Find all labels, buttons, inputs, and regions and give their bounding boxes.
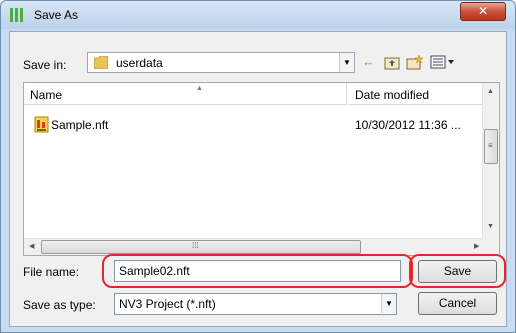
save-in-value: userdata bbox=[116, 56, 163, 70]
dialog-body: Save in: userdata ▼ ← Name ▲ Date modifi… bbox=[9, 31, 507, 327]
save-in-dropdown[interactable]: userdata ▼ bbox=[87, 52, 355, 73]
grip-icon: ⁞⁞⁞ bbox=[192, 241, 199, 250]
horizontal-scroll-thumb[interactable]: ⁞⁞⁞ bbox=[41, 240, 361, 254]
column-header-date-label: Date modified bbox=[355, 88, 430, 102]
scroll-left-icon[interactable]: ◀ bbox=[29, 242, 34, 250]
save-as-type-label: Save as type: bbox=[23, 298, 96, 312]
close-button[interactable]: ✕ bbox=[460, 2, 506, 21]
app-icon bbox=[10, 8, 23, 22]
save-as-type-value: NV3 Project (*.nft) bbox=[119, 297, 216, 311]
cancel-button[interactable]: Cancel bbox=[418, 292, 497, 315]
nft-file-icon bbox=[34, 116, 49, 133]
scroll-up-icon[interactable]: ▲ bbox=[487, 88, 494, 95]
folder-icon bbox=[94, 56, 108, 69]
up-folder-icon[interactable] bbox=[384, 54, 400, 70]
save-as-type-dropdown[interactable]: NV3 Project (*.nft) ▼ bbox=[114, 293, 397, 315]
views-menu-icon[interactable] bbox=[430, 54, 456, 70]
window-title: Save As bbox=[34, 8, 79, 22]
list-item[interactable]: Sample.nft 10/30/2012 11:36 ... bbox=[24, 115, 482, 135]
new-folder-icon[interactable] bbox=[406, 54, 424, 70]
column-header-name[interactable]: Name ▲ bbox=[24, 83, 347, 105]
save-button-highlight bbox=[409, 254, 506, 288]
back-arrow-icon[interactable]: ← bbox=[362, 54, 378, 70]
scroll-right-icon[interactable]: ▶ bbox=[474, 242, 479, 250]
column-header-date-modified[interactable]: Date modified bbox=[348, 83, 482, 105]
title-bar[interactable]: Save As ✕ bbox=[1, 1, 515, 29]
vertical-scroll-thumb[interactable]: ≡ bbox=[484, 129, 498, 164]
file-name-cell: Sample.nft bbox=[51, 118, 109, 132]
sort-ascending-icon: ▲ bbox=[196, 85, 203, 92]
horizontal-scrollbar[interactable]: ◀ ⁞⁞⁞ ▶ bbox=[24, 238, 482, 255]
close-icon: ✕ bbox=[477, 4, 489, 18]
save-in-label: Save in: bbox=[23, 58, 67, 72]
scroll-down-icon[interactable]: ▼ bbox=[487, 223, 494, 230]
chevron-down-icon[interactable]: ▼ bbox=[381, 294, 396, 313]
column-header-name-label: Name bbox=[30, 88, 63, 102]
file-name-label: File name: bbox=[23, 265, 80, 279]
save-as-dialog: Save As ✕ Save in: userdata ▼ ← Name ▲ D… bbox=[0, 0, 516, 333]
scrollbar-corner bbox=[482, 238, 499, 255]
grip-icon: ≡ bbox=[488, 141, 493, 150]
file-name-highlight bbox=[102, 254, 413, 288]
file-date-cell: 10/30/2012 11:36 ... bbox=[355, 118, 461, 132]
chevron-down-icon[interactable]: ▼ bbox=[339, 53, 354, 72]
vertical-scrollbar[interactable]: ▲ ≡ ▼ bbox=[482, 83, 499, 238]
file-list[interactable]: Name ▲ Date modified Sample.nft 10/30/20… bbox=[23, 82, 500, 256]
